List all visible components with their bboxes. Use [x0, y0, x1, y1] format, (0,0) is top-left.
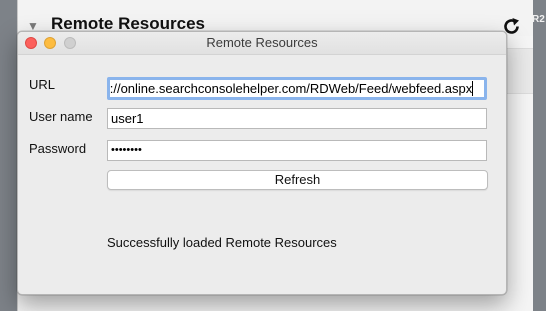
- text-caret: [472, 81, 474, 96]
- username-label: User name: [29, 109, 93, 124]
- password-label: Password: [29, 141, 87, 156]
- background-edge-text: R2: [532, 14, 545, 25]
- password-input[interactable]: ••••••••: [107, 140, 487, 161]
- url-input[interactable]: ps://online.searchconsolehelper.com/RDWe…: [107, 77, 487, 100]
- dialog-titlebar[interactable]: Remote Resources: [18, 32, 506, 55]
- status-message: Successfully loaded Remote Resources: [107, 235, 337, 250]
- username-input[interactable]: user1: [107, 108, 487, 129]
- remote-resources-dialog: Remote Resources URL ps://online.searchc…: [17, 31, 507, 295]
- dialog-title: Remote Resources: [206, 35, 318, 50]
- url-label: URL: [29, 77, 56, 92]
- url-value: ps://online.searchconsolehelper.com/RDWe…: [107, 81, 473, 96]
- refresh-button[interactable]: Refresh: [107, 170, 488, 190]
